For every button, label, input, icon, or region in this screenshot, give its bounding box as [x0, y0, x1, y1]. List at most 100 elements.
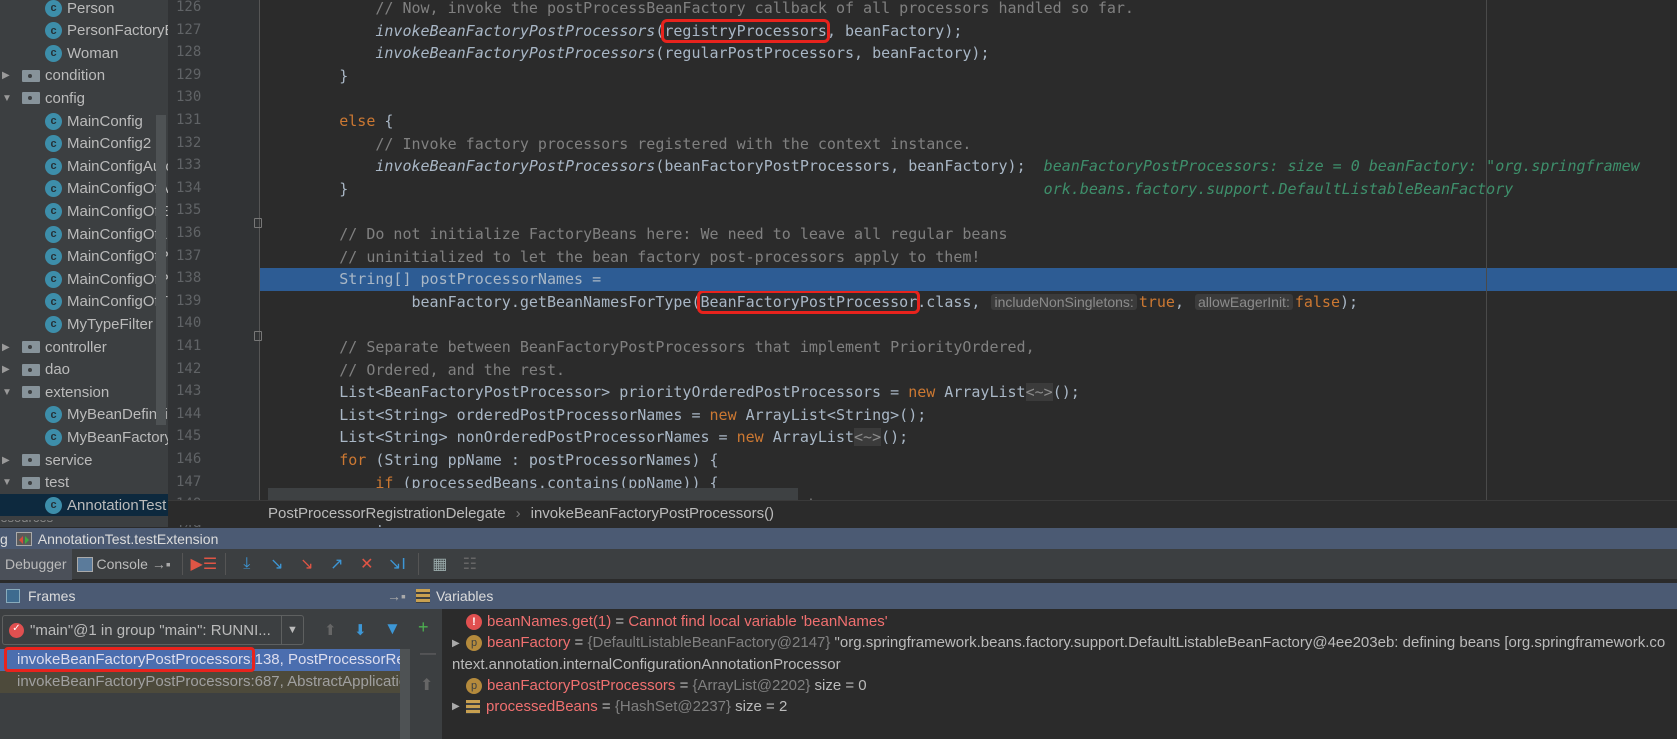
tree-item-mainconfigoftx[interactable]: c MainConfigOfTx	[0, 291, 168, 313]
tree-item-mainconfigoflifecycle[interactable]: c MainConfigOfLifeCycle	[0, 223, 168, 245]
tree-item-mainconfigautowired[interactable]: c MainConfigAutowired	[0, 155, 168, 177]
next-frame-icon[interactable]: ⬇	[354, 621, 367, 639]
tree-item-label: MyBeanFactoryPostProcessor	[67, 428, 168, 446]
code-line: invokeBeanFactoryPostProcessors(regularP…	[260, 42, 1677, 65]
tree-item-mybeandefinitionregistrypostprocessor[interactable]: c MyBeanDefinitionRegistryPostProcessor	[0, 404, 168, 426]
class-icon: c	[45, 180, 62, 198]
pin-icon[interactable]: →▪	[152, 556, 171, 572]
code-token: (String ppName : postProcessorNames) {	[366, 451, 719, 469]
tree-item-annotationtest[interactable]: c AnnotationTest	[0, 494, 168, 517]
tree-item-mainconfig[interactable]: c MainConfig	[0, 110, 143, 132]
tree-item-woman[interactable]: c Woman	[0, 42, 118, 64]
tab-label: Debugger	[5, 556, 67, 572]
code-token: new	[709, 405, 737, 424]
line-number: 144	[176, 405, 202, 422]
tree-item-mainconfigofext[interactable]: c MainConfigOfExt	[0, 200, 168, 222]
code-token: String[] postProcessorNames =	[267, 270, 602, 289]
tree-item-mybeanfactorypostprocessor[interactable]: c MyBeanFactoryPostProcessor	[0, 426, 168, 448]
tree-item-config[interactable]: ▼ config	[0, 87, 85, 109]
expanded-arrow-icon[interactable]: ▼	[2, 387, 14, 398]
folder-icon	[22, 363, 40, 376]
line-number: 140	[176, 315, 202, 332]
tree-scrollbar[interactable]	[156, 115, 166, 425]
class-icon: c	[45, 202, 62, 220]
variable-error: Cannot find local variable 'beanNames'	[628, 613, 888, 630]
step-over-icon[interactable]: ⤓	[235, 552, 259, 576]
tree-item-label: MainConfig2	[67, 135, 152, 153]
variable-row[interactable]: p beanFactoryPostProcessors = {ArrayList@…	[452, 675, 1667, 696]
tree-item-mainconfigofprofile[interactable]: c MainConfigOfProfile	[0, 246, 168, 268]
tree-item-controller[interactable]: ▶ controller	[0, 336, 107, 358]
code-token: else	[339, 112, 376, 130]
expanded-arrow-icon[interactable]: ▼	[2, 93, 14, 104]
line-number: 141	[176, 338, 202, 354]
project-tree[interactable]: cPersoncPersonFactoryBeancWoman▶conditio…	[0, 0, 168, 520]
code-line: for (String ppName : postProcessorNames)…	[260, 449, 1677, 472]
tree-item-test[interactable]: ▼ test	[0, 472, 69, 494]
tree-item-service[interactable]: ▶ service	[0, 449, 93, 471]
editor-gutter: 126 127 128 129 130 131 132 133 134 135 136 137 138 1…	[168, 0, 262, 557]
debug-session-bar: g AnnotationTest.testExtension	[0, 527, 1677, 549]
code-token: // Separate between BeanFactoryPostProce…	[339, 338, 1035, 356]
remove-watch-icon[interactable]: —	[420, 645, 436, 663]
step-out-icon[interactable]: ↗	[325, 552, 349, 576]
tree-item-label: PersonFactoryBean	[67, 22, 168, 40]
tree-item-mainconfigofaop[interactable]: c MainConfigOfAOP	[0, 178, 168, 200]
variable-row[interactable]: ! beanNames.get(1) = Cannot find local va…	[452, 611, 1667, 632]
frames-scrollbar[interactable]	[400, 649, 410, 739]
trace-icon[interactable]: ☷	[458, 552, 482, 576]
code-token: ();	[1052, 383, 1080, 402]
tree-item-extension[interactable]: ▼ extension	[0, 381, 109, 403]
force-step-into-icon[interactable]: ↘	[295, 552, 319, 576]
tree-item-personfactorybean[interactable]: c PersonFactoryBean	[0, 20, 168, 42]
code-editor[interactable]: else if (beanFactory.isTypeMatch(ppName,…	[260, 0, 1677, 559]
thread-selector[interactable]: ✓ "main"@1 in group "main": RUNNI... ▼	[2, 615, 304, 645]
collapsed-arrow-icon[interactable]: ▶	[2, 455, 14, 466]
tab-debugger[interactable]: Debugger	[0, 548, 72, 580]
code-line: else {	[260, 110, 1677, 133]
class-icon: c	[45, 135, 62, 153]
show-execution-point-icon[interactable]: ▶☰	[191, 552, 218, 576]
collapsed-arrow-icon[interactable]: ▶	[2, 70, 14, 81]
run-to-cursor-icon[interactable]: ↘I	[385, 552, 409, 576]
expanded-arrow-icon[interactable]: ▼	[2, 477, 14, 488]
tree-item-label: condition	[45, 67, 106, 85]
code-token: ,	[1174, 292, 1193, 311]
variable-row[interactable]: ▶ processedBeans = {HashSet@2237} size = …	[452, 696, 1667, 718]
variable-row[interactable]: ▶ p beanFactory = {DefaultListableBeanFact…	[452, 632, 1667, 675]
collapsed-arrow-icon[interactable]: ▶	[2, 364, 14, 375]
console-icon	[76, 556, 93, 572]
new-watch-icon[interactable]: +	[418, 617, 429, 638]
previous-frame-icon[interactable]: ⬆	[324, 621, 337, 639]
evaluate-expression-icon[interactable]: ▦	[428, 552, 452, 576]
expand-arrow-icon[interactable]: ▶	[452, 696, 466, 717]
debug-session-tab[interactable]: AnnotationTest.testExtension	[38, 531, 219, 547]
thread-label: "main"@1 in group "main": RUNNI...	[30, 621, 271, 639]
drop-frame-icon[interactable]: ✕	[355, 552, 379, 576]
tab-console[interactable]: Console →▪	[72, 549, 176, 580]
frames-icon	[6, 589, 20, 603]
frame-item[interactable]: invokeBeanFactoryPostProcessors:687, Abs…	[0, 671, 400, 693]
tree-item-person[interactable]: c Person	[0, 0, 115, 19]
breadcrumb-class[interactable]: PostProcessorRegistrationDelegate	[268, 505, 506, 522]
filter-icon[interactable]: ▼	[384, 619, 401, 639]
horizontal-scrollbar[interactable]	[268, 488, 798, 500]
tree-item-condition[interactable]: ▶ condition	[0, 65, 105, 87]
expand-arrow-icon[interactable]: ▶	[452, 633, 466, 654]
pin-icon[interactable]: →▪	[387, 588, 406, 604]
move-watch-up-icon[interactable]: ⬆	[420, 675, 433, 695]
class-icon: c	[45, 293, 62, 311]
tree-item-mainconfig2[interactable]: c MainConfig2	[0, 133, 151, 155]
collapsed-arrow-icon[interactable]: ▶	[2, 342, 14, 353]
code-token: ArrayList	[935, 383, 1026, 402]
chevron-down-icon[interactable]: ▼	[281, 616, 303, 644]
tree-item-mainconfigofpropertyvalues[interactable]: c MainConfigOfPropertyValues	[0, 268, 168, 290]
tree-item-dao[interactable]: ▶ dao	[0, 359, 70, 381]
tree-item-mytypefilter[interactable]: c MyTypeFilter	[0, 313, 153, 335]
breadcrumb-separator-icon: ›	[515, 504, 521, 522]
breadcrumb-method[interactable]: invokeBeanFactoryPostProcessors()	[531, 505, 774, 522]
step-into-icon[interactable]: ↘	[265, 552, 289, 576]
